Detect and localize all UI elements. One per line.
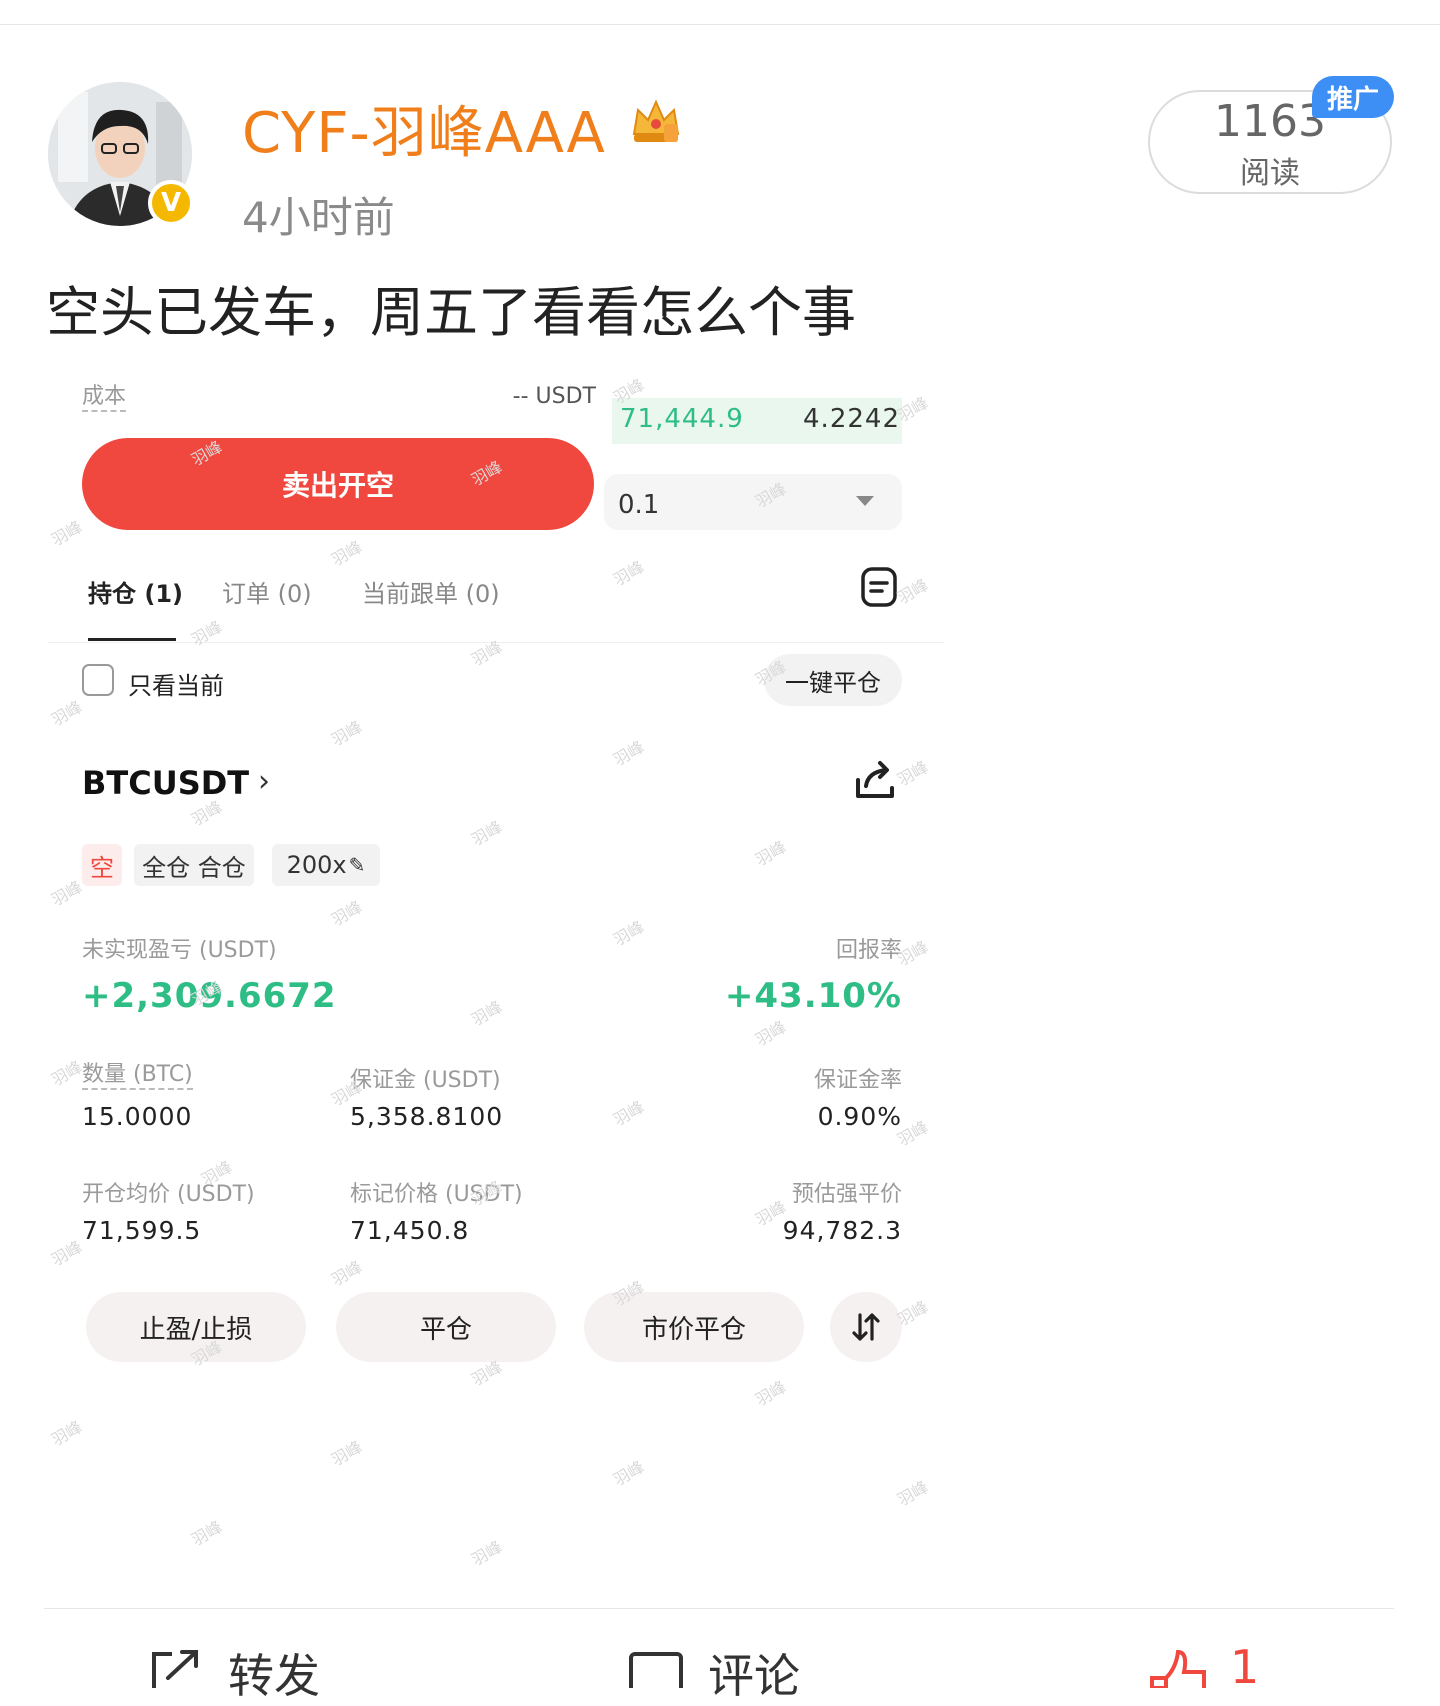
top-divider xyxy=(0,24,1440,25)
crown-icon xyxy=(630,94,682,150)
watermark: 羽峰 xyxy=(894,1477,932,1510)
roe-value: +43.10% xyxy=(724,976,902,1016)
thumbs-up-icon[interactable] xyxy=(1148,1648,1208,1692)
comment-button[interactable]: 评论 xyxy=(708,1640,800,1706)
liq-price-label: 预估强平价 xyxy=(791,1182,902,1207)
entry-price-value: 71,599.5 xyxy=(82,1216,202,1245)
watermark: 羽峰 xyxy=(48,517,86,550)
watermark: 羽峰 xyxy=(48,877,86,910)
entry-price-label: 开仓均价 (USDT) xyxy=(82,1182,255,1207)
read-label: 阅读 xyxy=(1240,156,1300,191)
watermark: 羽峰 xyxy=(48,697,86,730)
post-time: 4小时前 xyxy=(242,193,395,242)
watermark: 羽峰 xyxy=(752,837,790,870)
watermark: 羽峰 xyxy=(894,575,932,608)
swap-arrows-icon xyxy=(852,1313,880,1341)
close-position-button[interactable]: 平仓 xyxy=(336,1292,556,1362)
edit-icon: ✎ xyxy=(348,853,366,877)
watermark: 羽峰 xyxy=(752,1377,790,1410)
cost-value: -- USDT xyxy=(512,384,596,409)
liq-price-value: 94,782.3 xyxy=(782,1216,902,1245)
watermark: 羽峰 xyxy=(610,1457,648,1490)
margin-rate-label: 保证金率 xyxy=(813,1068,902,1093)
watermark: 羽峰 xyxy=(752,1017,790,1050)
active-tab-underline xyxy=(88,638,176,641)
reverse-position-button[interactable] xyxy=(830,1292,902,1362)
margin-rate-value: 0.90% xyxy=(817,1102,902,1131)
roe-label: 回报率 xyxy=(835,938,902,963)
leverage-value: 200x xyxy=(286,851,347,879)
like-count: 1 xyxy=(1230,1640,1260,1694)
watermark: 羽峰 xyxy=(188,617,226,650)
leverage-tag[interactable]: 200x ✎ xyxy=(272,844,380,886)
promo-badge[interactable]: 推广 xyxy=(1312,76,1394,118)
watermark: 羽峰 xyxy=(468,997,506,1030)
repost-button[interactable]: 转发 xyxy=(228,1640,320,1706)
watermark: 羽峰 xyxy=(48,1417,86,1450)
orderbook-qty: 4.2242 xyxy=(803,404,900,434)
comment-icon[interactable] xyxy=(628,1648,684,1696)
sell-short-button[interactable]: 卖出开空 xyxy=(82,438,594,530)
cost-label: 成本 xyxy=(82,384,127,412)
qty-select-value: 0.1 xyxy=(618,490,660,520)
watermark: 羽峰 xyxy=(328,897,366,930)
watermark: 羽峰 xyxy=(328,537,366,570)
watermark: 羽峰 xyxy=(468,637,506,670)
close-all-button[interactable]: 一键平仓 xyxy=(764,654,902,706)
watermark: 羽峰 xyxy=(610,917,648,950)
symbol-name[interactable]: BTCUSDT xyxy=(82,764,249,802)
watermark: 羽峰 xyxy=(468,817,506,850)
margin-mode-tag[interactable]: 全仓 合仓 xyxy=(134,844,254,886)
mark-price-value: 71,450.8 xyxy=(350,1216,470,1245)
watermark: 羽峰 xyxy=(894,757,932,790)
caret-down-icon xyxy=(856,496,874,506)
margin-label: 保证金 (USDT) xyxy=(350,1068,501,1093)
watermark: 羽峰 xyxy=(328,1257,366,1290)
watermark: 羽峰 xyxy=(610,557,648,590)
tab-copy-orders[interactable]: 当前跟单 (0) xyxy=(362,574,500,609)
margin-value: 5,358.8100 xyxy=(350,1102,504,1131)
pnl-label: 未实现盈亏 (USDT) xyxy=(82,938,277,963)
bottom-divider xyxy=(44,1608,1394,1609)
chevron-right-icon[interactable]: › xyxy=(258,764,270,799)
side-tag: 空 xyxy=(82,844,122,886)
watermark: 羽峰 xyxy=(610,1097,648,1130)
repost-icon[interactable] xyxy=(148,1648,204,1692)
watermark: 羽峰 xyxy=(610,737,648,770)
only-current-checkbox[interactable] xyxy=(82,664,114,696)
verified-badge-icon: V xyxy=(148,180,194,226)
username[interactable]: CYF-羽峰AAA xyxy=(242,88,606,169)
post-text: 空头已发车，周五了看看怎么个事 xyxy=(46,281,856,344)
watermark: 羽峰 xyxy=(328,717,366,750)
orderbook-price: 71,444.9 xyxy=(620,404,744,434)
watermark: 羽峰 xyxy=(328,1437,366,1470)
only-current-label: 只看当前 xyxy=(128,672,224,700)
tab-orders[interactable]: 订单 (0) xyxy=(222,574,312,609)
qty-label: 数量 (BTC) xyxy=(82,1062,193,1090)
share-icon[interactable] xyxy=(852,758,898,808)
watermark: 羽峰 xyxy=(48,1237,86,1270)
watermark: 羽峰 xyxy=(188,1517,226,1550)
tab-positions[interactable]: 持仓 (1) xyxy=(88,574,183,609)
watermark: 羽峰 xyxy=(468,1537,506,1570)
qty-value: 15.0000 xyxy=(82,1102,193,1131)
watermark: 羽峰 xyxy=(48,1057,86,1090)
